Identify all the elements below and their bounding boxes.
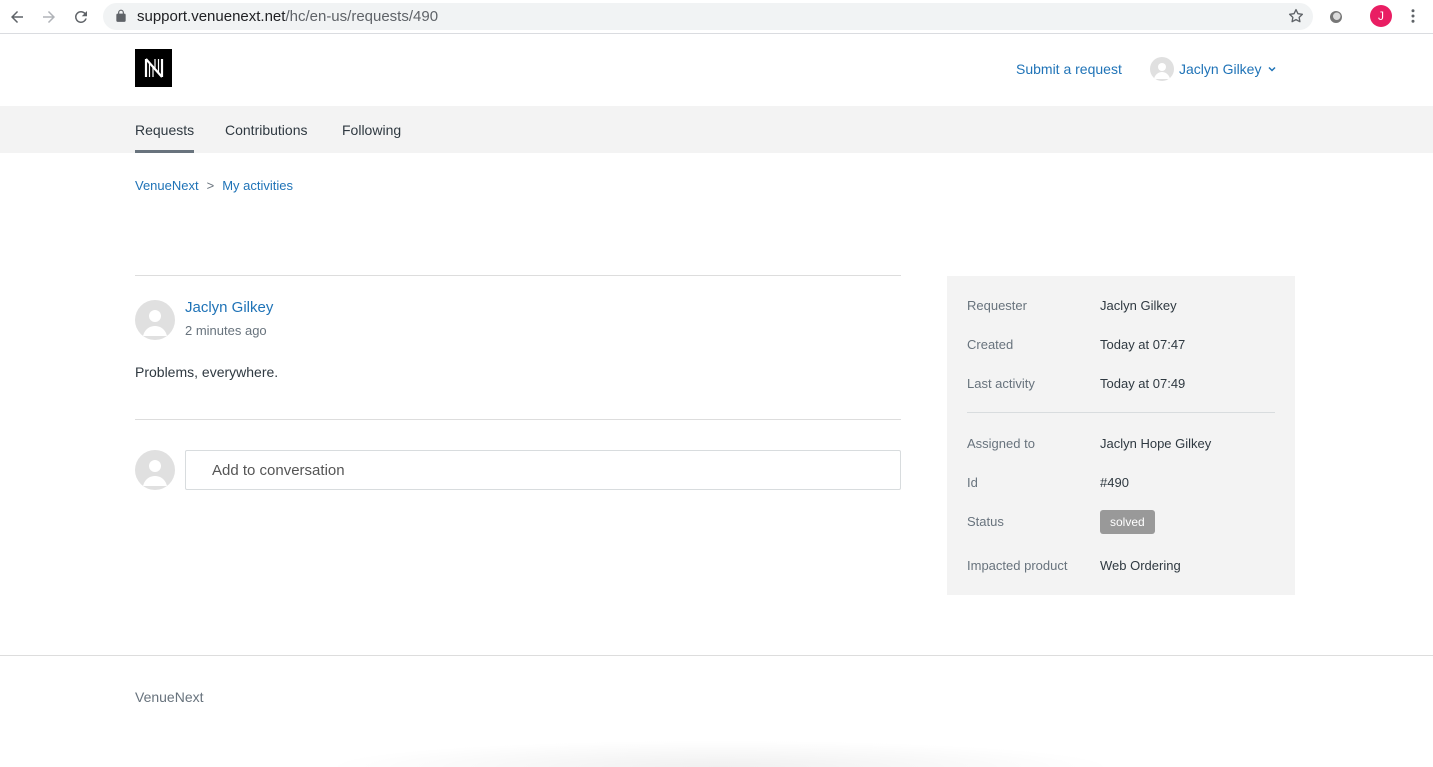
submit-request-link[interactable]: Submit a request: [1016, 61, 1122, 77]
details-divider: [967, 412, 1275, 413]
detail-label: Requester: [967, 298, 1027, 313]
site-header: Submit a request Jaclyn Gilkey: [0, 35, 1433, 105]
address-bar[interactable]: support.venuenext.net/hc/en-us/requests/…: [103, 3, 1313, 30]
url-path: /hc/en-us/requests/490: [285, 8, 439, 25]
chevron-down-icon: [1268, 66, 1276, 72]
detail-value: Today at 07:47: [1100, 337, 1186, 352]
comment-author-link[interactable]: Jaclyn Gilkey: [185, 299, 273, 316]
request-details-panel: Requester Jaclyn Gilkey Created Today at…: [947, 276, 1295, 595]
author-avatar-icon: [135, 300, 175, 340]
reply-avatar-icon: [135, 450, 175, 490]
url-text: support.venuenext.net/hc/en-us/requests/…: [137, 8, 438, 25]
detail-value: #490: [1100, 475, 1129, 490]
tab-requests[interactable]: Requests: [135, 122, 195, 153]
user-name: Jaclyn Gilkey: [1179, 61, 1262, 77]
reload-icon[interactable]: [70, 6, 92, 28]
detail-label: Impacted product: [967, 558, 1068, 573]
detail-label: Last activity: [967, 376, 1035, 391]
comment-bottom-divider: [135, 419, 901, 420]
bookmark-star-icon[interactable]: [1287, 7, 1305, 25]
url-domain: support.venuenext.net: [137, 8, 286, 25]
lock-icon[interactable]: [114, 9, 128, 23]
detail-label: Assigned to: [967, 436, 1035, 451]
detail-value: Jaclyn Gilkey: [1100, 298, 1177, 313]
breadcrumb-separator: >: [206, 178, 215, 193]
venuenext-logo[interactable]: [135, 49, 172, 87]
back-arrow-icon[interactable]: [6, 6, 28, 28]
browser-toolbar: support.venuenext.net/hc/en-us/requests/…: [0, 0, 1433, 34]
user-menu[interactable]: Jaclyn Gilkey: [1150, 57, 1277, 81]
logo-n-mark: [144, 58, 163, 78]
breadcrumb-venuenext[interactable]: VenueNext: [135, 178, 199, 193]
detail-value: Today at 07:49: [1100, 376, 1186, 391]
profile-avatar[interactable]: J: [1370, 5, 1392, 27]
detail-label: Status: [967, 514, 1004, 529]
breadcrumb-my-activities[interactable]: My activities: [222, 178, 293, 193]
detail-value: Jaclyn Hope Gilkey: [1100, 436, 1212, 451]
user-avatar-icon: [1150, 57, 1174, 81]
detail-label: Id: [967, 475, 978, 490]
detail-value: Web Ordering: [1100, 558, 1181, 573]
comment-top-divider: [135, 275, 901, 276]
comment-timestamp: 2 minutes ago: [185, 323, 267, 338]
profile-subnav: Requests Contributions Following: [0, 106, 1433, 153]
forward-arrow-icon[interactable]: [38, 6, 60, 28]
add-to-conversation-input[interactable]: [185, 450, 901, 490]
detail-label: Created: [967, 337, 1014, 352]
breadcrumb: VenueNext > My activities: [135, 178, 293, 193]
footer-brand: VenueNext: [135, 689, 204, 705]
tab-contributions[interactable]: Contributions: [225, 122, 308, 138]
status-badge: solved: [1100, 510, 1155, 534]
footer-divider: [0, 655, 1433, 656]
tab-following[interactable]: Following: [342, 122, 401, 138]
extension-icon[interactable]: [1327, 8, 1345, 26]
comment-body: Problems, everywhere.: [135, 364, 279, 380]
footer-shadow: [320, 740, 1120, 767]
more-vert-icon[interactable]: [1404, 7, 1422, 25]
